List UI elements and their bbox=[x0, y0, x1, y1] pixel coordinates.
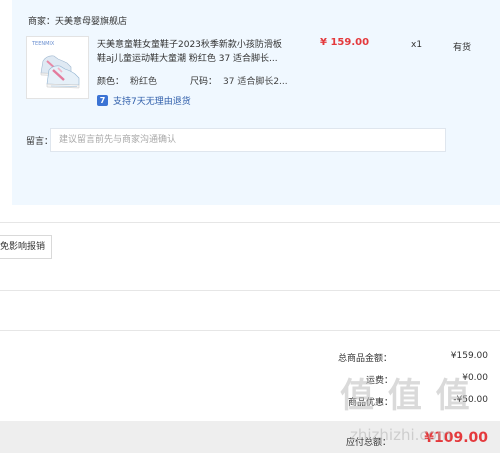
seven-day-return-icon: 7 bbox=[97, 95, 108, 106]
divider bbox=[0, 330, 500, 331]
divider bbox=[0, 290, 500, 291]
message-input[interactable] bbox=[50, 128, 446, 152]
size-value: 37 适合脚长2... bbox=[223, 77, 288, 87]
order-panel: 商家：天美意母婴旗舰店 TEENMIX 天美意童鞋女童鞋子2023秋季新款小孩防… bbox=[12, 0, 500, 205]
stock-status: 有货 bbox=[453, 43, 472, 53]
color-key: 颜色： bbox=[97, 77, 125, 87]
size-attribute: 尺码： 37 适合脚长2... bbox=[190, 74, 288, 87]
size-key: 尺码： bbox=[190, 77, 218, 87]
shop-label: 商家： bbox=[28, 17, 56, 27]
summary-label-total: 总商品金额： bbox=[338, 354, 393, 364]
product-title[interactable]: 天美意童鞋女童鞋子2023秋季新款小孩防滑板鞋aj儿童运动鞋大童潮 粉红色 37… bbox=[97, 38, 287, 66]
shop-name[interactable]: 商家：天美意母婴旗舰店 bbox=[28, 14, 127, 27]
watermark-logo: 值 值 值 bbox=[340, 376, 471, 416]
product-quantity: x1 bbox=[411, 40, 423, 50]
shop-name-text[interactable]: 天美意母婴旗舰店 bbox=[55, 17, 127, 27]
return-policy-text[interactable]: 支持7天无理由退货 bbox=[113, 94, 191, 107]
color-attribute: 颜色： 粉红色 bbox=[97, 74, 157, 87]
thumb-brand-logo: TEENMIX bbox=[32, 41, 55, 47]
watermark-url: zhizhizhi.com bbox=[350, 426, 452, 444]
product-thumbnail[interactable]: TEENMIX bbox=[26, 36, 89, 99]
return-policy[interactable]: 7 支持7天无理由退货 bbox=[97, 94, 191, 107]
color-value: 粉红色 bbox=[130, 77, 158, 87]
message-label: 留言： bbox=[26, 137, 54, 147]
summary-value-total: ¥159.00 bbox=[450, 351, 488, 361]
divider bbox=[0, 222, 500, 223]
product-price: ¥ 159.00 bbox=[320, 37, 370, 48]
report-button[interactable]: 免影响报销 bbox=[0, 235, 52, 259]
